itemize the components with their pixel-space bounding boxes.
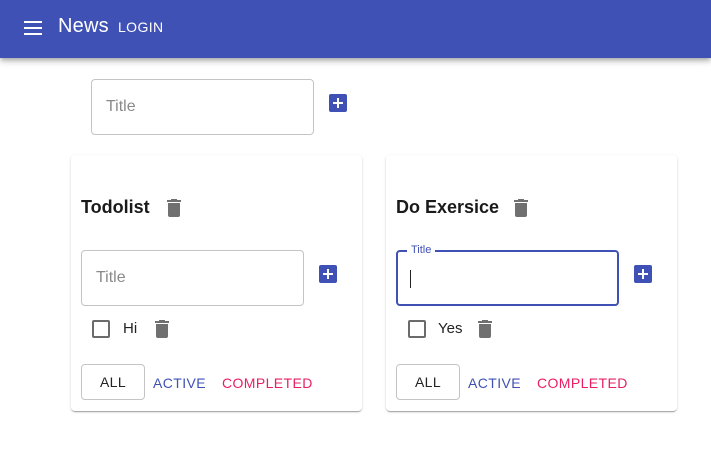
add-task-icon[interactable] bbox=[319, 265, 337, 283]
todolist-card: Todolist Title Hi ALL ACTIVE COMPLETED bbox=[71, 155, 362, 411]
todolist-title: Do Exersice bbox=[396, 197, 500, 217]
text-caret bbox=[410, 270, 411, 288]
filter-all-button[interactable]: ALL bbox=[81, 364, 145, 400]
menu-icon[interactable] bbox=[22, 19, 44, 37]
task-title-placeholder: Title bbox=[96, 269, 126, 286]
new-list-title-placeholder: Title bbox=[106, 98, 136, 115]
task-label: Yes bbox=[438, 320, 463, 337]
task-checkbox[interactable] bbox=[408, 320, 426, 338]
filter-active-button[interactable]: ACTIVE bbox=[153, 375, 206, 391]
add-task-icon[interactable] bbox=[634, 265, 652, 283]
task-title-input[interactable]: Title bbox=[81, 250, 304, 306]
delete-task-icon[interactable] bbox=[478, 320, 492, 338]
delete-task-icon[interactable] bbox=[155, 320, 169, 338]
task-checkbox[interactable] bbox=[92, 320, 110, 338]
filter-all-button[interactable]: ALL bbox=[396, 364, 460, 400]
delete-list-icon[interactable] bbox=[514, 199, 528, 217]
filter-completed-button[interactable]: COMPLETED bbox=[537, 375, 628, 391]
filter-completed-button[interactable]: COMPLETED bbox=[222, 375, 313, 391]
task-label: Hi bbox=[123, 320, 138, 337]
todolist-card: Do Exersice Title Yes ALL ACTIVE COMPLET… bbox=[386, 155, 677, 411]
app-bar: News LOGIN bbox=[0, 0, 711, 58]
delete-list-icon[interactable] bbox=[167, 199, 181, 217]
app-title: News bbox=[58, 15, 109, 37]
filter-active-button[interactable]: ACTIVE bbox=[468, 375, 521, 391]
add-box-icon[interactable] bbox=[329, 94, 347, 112]
task-title-input[interactable]: Title bbox=[396, 244, 619, 306]
task-title-label: Title bbox=[407, 244, 436, 256]
todolist-title: Todolist bbox=[81, 197, 150, 217]
login-button[interactable]: LOGIN bbox=[118, 19, 164, 35]
new-list-title-input[interactable]: Title bbox=[91, 79, 314, 135]
